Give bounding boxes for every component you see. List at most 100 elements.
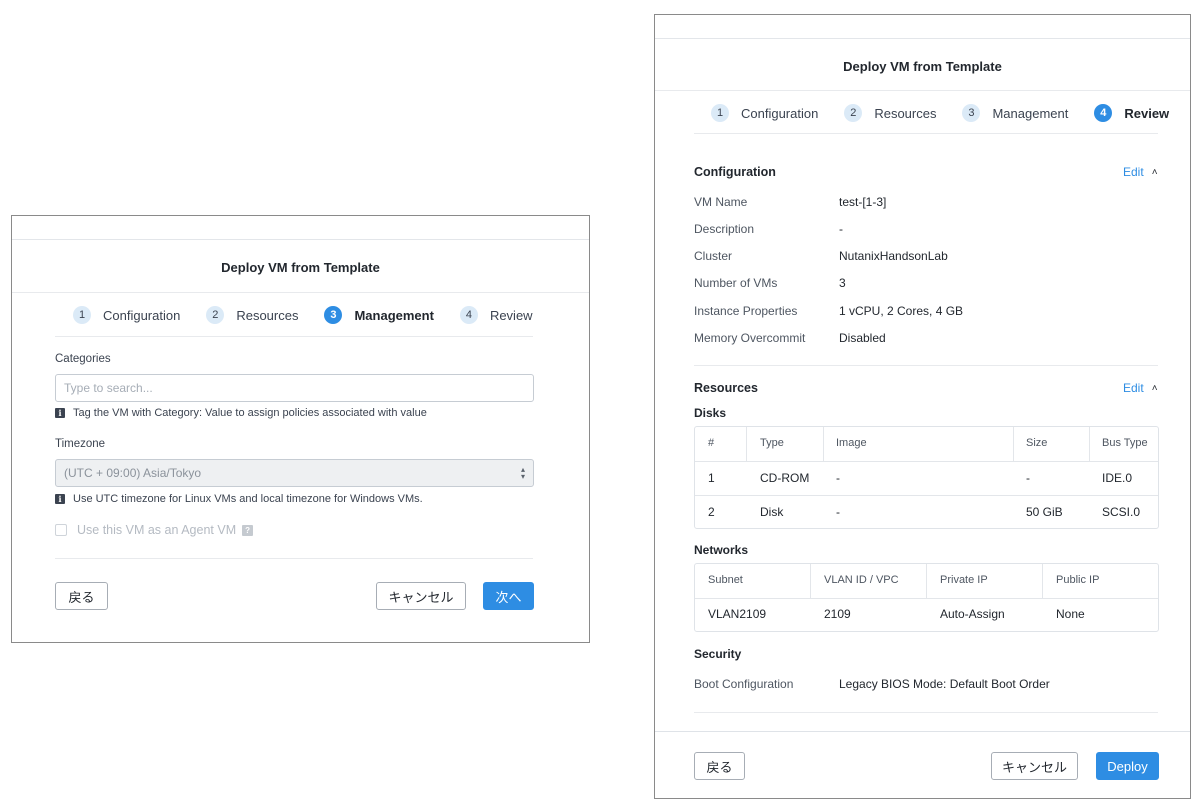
chevron-up-icon[interactable]: ˄ bbox=[1152, 167, 1158, 178]
step-management[interactable]: 3 Management bbox=[324, 306, 434, 324]
dialog-top-divider bbox=[12, 239, 589, 240]
step-number: 3 bbox=[962, 104, 981, 122]
dialog-title: Deploy VM from Template bbox=[843, 59, 1002, 74]
table-cell: None bbox=[1056, 607, 1085, 621]
instance-properties-value: 1 vCPU, 2 Cores, 4 GB bbox=[839, 304, 964, 318]
row-divider bbox=[695, 598, 1158, 599]
step-configuration[interactable]: 1 Configuration bbox=[711, 104, 818, 122]
step-number: 2 bbox=[206, 306, 225, 324]
table-cell: 50 GiB bbox=[1026, 505, 1063, 519]
memory-overcommit-value: Disabled bbox=[839, 331, 886, 345]
col-divider bbox=[1089, 427, 1090, 461]
vm-name-value: test-[1-3] bbox=[839, 195, 887, 209]
cluster-key: Cluster bbox=[694, 249, 733, 263]
step-label: Configuration bbox=[741, 105, 819, 121]
disks-table: # Type Image Size Bus Type 1 CD-ROM - - … bbox=[694, 426, 1159, 529]
table-cell: - bbox=[836, 471, 840, 485]
cancel-button[interactable]: キャンセル bbox=[991, 752, 1078, 780]
security-heading: Security bbox=[694, 647, 742, 661]
timezone-value: (UTC + 09:00) Asia/Tokyo bbox=[64, 466, 202, 480]
column-header: Public IP bbox=[1056, 574, 1100, 586]
step-management[interactable]: 3 Management bbox=[962, 104, 1068, 122]
step-number: 4 bbox=[459, 306, 478, 324]
step-label: Review bbox=[1124, 105, 1170, 121]
wizard-steps: 1 Configuration 2 Resources 3 Management… bbox=[73, 306, 533, 324]
step-resources[interactable]: 2 Resources bbox=[206, 306, 298, 324]
description-key: Description bbox=[694, 222, 755, 236]
step-review[interactable]: 4 Review bbox=[459, 306, 533, 324]
table-cell: 2109 bbox=[824, 607, 851, 621]
title-divider bbox=[12, 292, 589, 293]
select-arrows-icon: ▴ ▾ bbox=[520, 465, 525, 481]
cluster-value: NutanixHandsonLab bbox=[839, 249, 948, 263]
cancel-button[interactable]: キャンセル bbox=[376, 582, 466, 610]
dialog-title: Deploy VM from Template bbox=[221, 260, 380, 275]
table-cell: - bbox=[836, 505, 840, 519]
col-divider bbox=[926, 564, 927, 598]
col-divider bbox=[1013, 427, 1014, 461]
categories-search-input[interactable]: Type to search... bbox=[55, 374, 534, 402]
categories-hint: i Tag the VM with Category: Value to ass… bbox=[55, 407, 427, 419]
column-header: Size bbox=[1026, 437, 1048, 449]
agent-vm-checkbox-row: Use this VM as an Agent VM ? bbox=[55, 523, 254, 537]
section-divider bbox=[694, 365, 1158, 366]
table-cell: - bbox=[1026, 471, 1030, 485]
chevron-up-icon[interactable]: ˄ bbox=[1152, 383, 1158, 394]
column-header: Private IP bbox=[940, 574, 988, 586]
table-cell: VLAN2109 bbox=[708, 607, 767, 621]
networks-heading: Networks bbox=[694, 543, 749, 557]
memory-overcommit-key: Memory Overcommit bbox=[694, 331, 806, 345]
row-divider bbox=[695, 461, 1158, 462]
boot-configuration-value: Legacy BIOS Mode: Default Boot Order bbox=[839, 677, 1050, 691]
step-label: Configuration bbox=[103, 307, 181, 323]
info-icon: i bbox=[55, 494, 65, 504]
steps-divider bbox=[55, 336, 533, 337]
table-cell: 2 bbox=[708, 505, 715, 519]
timezone-label: Timezone bbox=[55, 438, 106, 450]
column-header: Subnet bbox=[708, 574, 743, 586]
step-label: Resources bbox=[236, 307, 299, 323]
edit-label: Edit bbox=[1123, 381, 1144, 395]
steps-divider bbox=[694, 133, 1158, 134]
column-header: # bbox=[708, 437, 715, 449]
agent-vm-checkbox[interactable] bbox=[55, 524, 67, 536]
footer-divider bbox=[655, 731, 1190, 732]
column-header: Type bbox=[760, 437, 784, 449]
column-header: VLAN ID / VPC bbox=[824, 574, 899, 586]
title-divider bbox=[655, 90, 1190, 91]
step-number: 3 bbox=[324, 306, 343, 324]
categories-label: Categories bbox=[55, 353, 111, 365]
step-label: Resources bbox=[874, 105, 937, 121]
step-configuration[interactable]: 1 Configuration bbox=[73, 306, 180, 324]
right-dialog: Deploy VM from Template 1 Configuration … bbox=[654, 14, 1191, 799]
col-divider bbox=[1042, 564, 1043, 598]
column-header: Bus Type bbox=[1102, 437, 1148, 449]
back-button[interactable]: 戻る bbox=[694, 752, 745, 780]
configuration-heading: Configuration bbox=[694, 165, 776, 179]
deploy-button[interactable]: Deploy bbox=[1096, 752, 1159, 780]
timezone-select[interactable]: (UTC + 09:00) Asia/Tokyo ▴ ▾ bbox=[55, 459, 534, 487]
row-divider bbox=[695, 495, 1158, 496]
configuration-edit-link[interactable]: Edit ˄ bbox=[1123, 165, 1158, 179]
back-button[interactable]: 戻る bbox=[55, 582, 108, 610]
edit-label: Edit bbox=[1123, 165, 1144, 179]
step-number: 1 bbox=[711, 104, 729, 122]
left-dialog: Deploy VM from Template 1 Configuration … bbox=[11, 215, 590, 643]
next-button[interactable]: 次へ bbox=[483, 582, 534, 610]
resources-heading: Resources bbox=[694, 381, 758, 395]
agent-vm-label: Use this VM as an Agent VM bbox=[77, 523, 237, 537]
step-label: Management bbox=[354, 307, 434, 323]
step-label: Review bbox=[489, 307, 533, 323]
step-number: 1 bbox=[73, 306, 91, 324]
help-icon[interactable]: ? bbox=[242, 524, 254, 536]
info-icon: i bbox=[55, 408, 65, 418]
col-divider bbox=[746, 427, 747, 461]
footer-divider bbox=[55, 558, 533, 559]
boot-configuration-key: Boot Configuration bbox=[694, 677, 794, 691]
resources-edit-link[interactable]: Edit ˄ bbox=[1123, 381, 1158, 395]
wizard-steps: 1 Configuration 2 Resources 3 Management… bbox=[711, 104, 1169, 122]
step-review[interactable]: 4 Review bbox=[1094, 104, 1169, 122]
categories-hint-text: Tag the VM with Category: Value to assig… bbox=[73, 407, 427, 419]
table-cell: Auto-Assign bbox=[940, 607, 1005, 621]
step-resources[interactable]: 2 Resources bbox=[844, 104, 936, 122]
